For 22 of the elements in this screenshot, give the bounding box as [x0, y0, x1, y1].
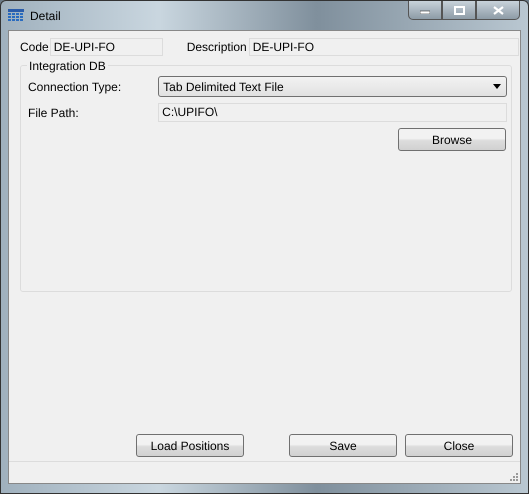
minimize-button[interactable] [408, 1, 442, 20]
dropdown-arrow-icon [493, 84, 501, 89]
browse-button[interactable]: Browse [398, 128, 506, 151]
close-button[interactable] [476, 1, 520, 20]
dialog-button[interactable]: Save [289, 434, 397, 457]
description-field[interactable]: DE-UPI-FO [248, 38, 519, 56]
maximize-button[interactable] [442, 1, 476, 20]
field-label: File Path: [28, 106, 80, 120]
dialog-button[interactable]: Load Positions [136, 434, 244, 457]
connection-type-dropdown[interactable]: Tab Delimited Text File [158, 76, 507, 97]
close-icon [492, 6, 504, 14]
field-label: Description [186, 40, 247, 54]
file-path-field[interactable]: C:\UPIFO\ [158, 103, 507, 122]
grid-icon [8, 8, 24, 22]
window-title: Detail [30, 8, 61, 22]
field-label: Code [20, 40, 49, 54]
code-field[interactable]: DE-UPI-FO [50, 38, 163, 56]
field-label: Connection Type: [28, 80, 122, 94]
maximize-icon [454, 6, 464, 14]
resize-grip-icon [508, 471, 518, 481]
group-title: Integration DB [27, 59, 108, 73]
dialog-button[interactable]: Close [405, 434, 513, 457]
